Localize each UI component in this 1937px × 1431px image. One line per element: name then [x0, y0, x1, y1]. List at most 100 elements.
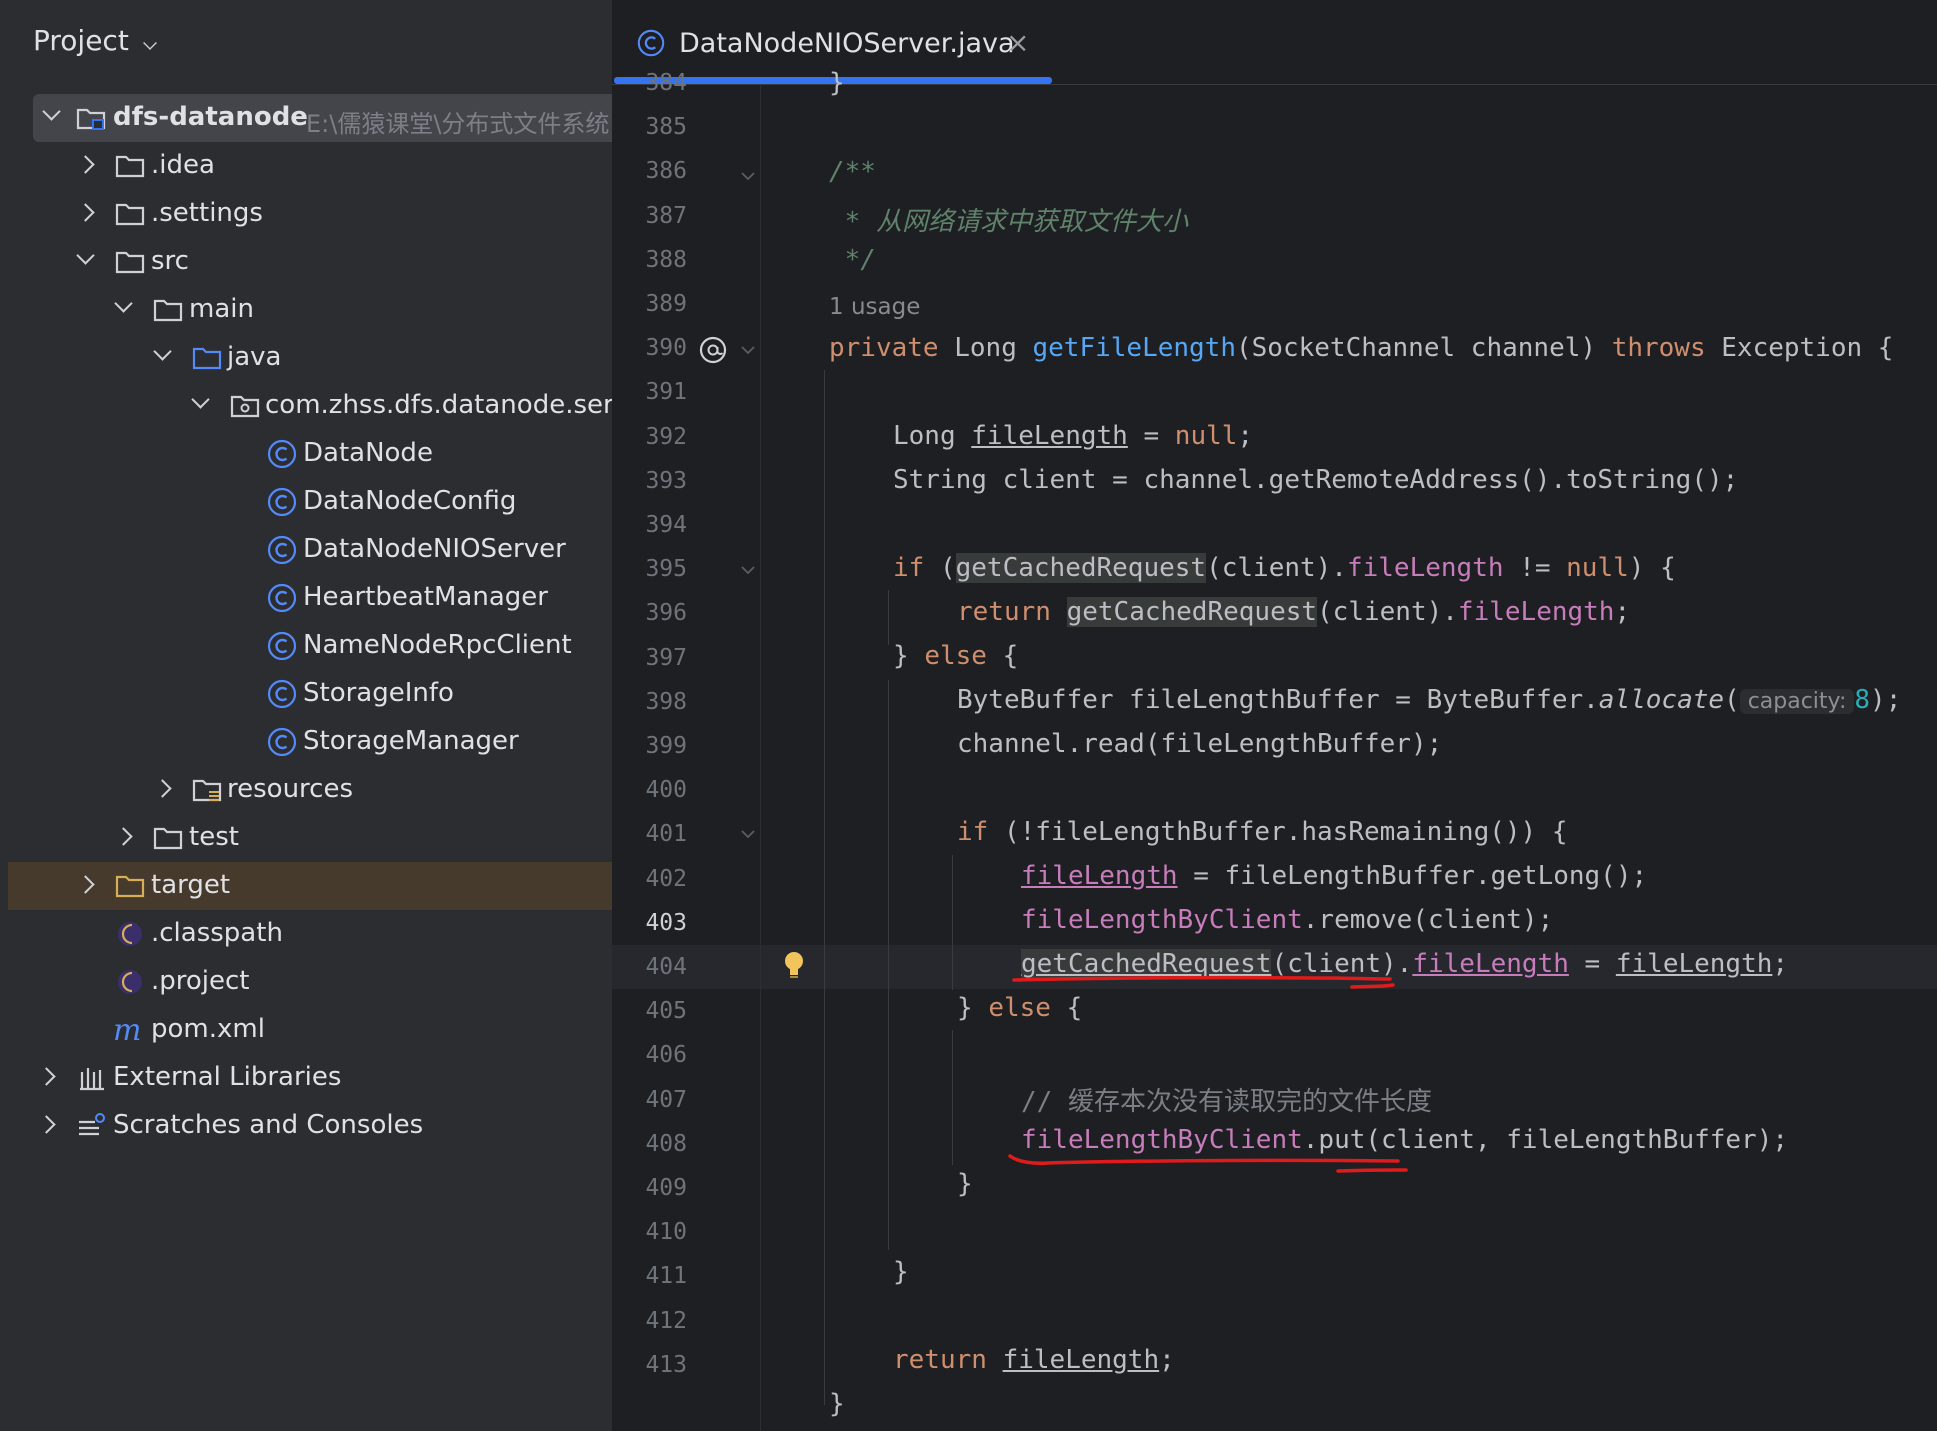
line-number[interactable]: 406 [612, 1042, 687, 1068]
tree-item-java[interactable]: java [0, 334, 612, 382]
fold-icon[interactable] [740, 828, 756, 840]
line-number[interactable]: 398 [612, 689, 687, 715]
line-number[interactable]: 387 [612, 203, 687, 229]
code-line-406[interactable]: // 缓存本次没有读取完的文件长度 [1021, 1081, 1432, 1118]
usage-hint[interactable]: 1 usage [829, 294, 920, 320]
chevron-right-icon[interactable] [114, 827, 133, 846]
line-number[interactable]: 399 [612, 733, 687, 759]
chevron-down-icon[interactable] [76, 246, 95, 265]
code-line-387[interactable]: * 从网络请求中获取文件大小 [829, 201, 1188, 238]
tree-item-pom[interactable]: m pom.xml [0, 1006, 612, 1054]
code-line-402[interactable]: fileLengthByClient.remove(client); [1021, 905, 1553, 935]
code-line-389[interactable]: private Long getFileLength(SocketChannel… [829, 333, 1893, 363]
tree-item-class[interactable]: DataNode [0, 430, 612, 478]
lightbulb-icon[interactable] [782, 950, 806, 980]
code-text: = [1568, 949, 1616, 979]
fold-icon[interactable] [740, 564, 756, 576]
line-number[interactable]: 393 [612, 468, 687, 494]
tree-item-project-file[interactable]: .project [0, 958, 612, 1006]
line-number[interactable]: 384 [612, 70, 687, 96]
project-title[interactable]: Project [33, 24, 129, 57]
chevron-right-icon[interactable] [37, 1067, 56, 1086]
project-header[interactable]: Project [0, 0, 612, 86]
tree-item-src[interactable]: src [0, 238, 612, 286]
line-number[interactable]: 396 [612, 600, 687, 626]
line-number[interactable]: 408 [612, 1131, 687, 1157]
tree-item-external-libraries[interactable]: External Libraries [0, 1054, 612, 1102]
chevron-right-icon[interactable] [153, 779, 172, 798]
chevron-down-icon[interactable] [191, 390, 210, 409]
tree-item-class[interactable]: StorageManager [0, 718, 612, 766]
tree-item-main[interactable]: main [0, 286, 612, 334]
chevron-right-icon[interactable] [76, 203, 95, 222]
line-number[interactable]: 388 [612, 247, 687, 273]
chevron-right-icon[interactable] [37, 1115, 56, 1134]
red-annotation-underline [1012, 975, 1395, 989]
implementation-at-icon[interactable] [698, 335, 728, 365]
code-line-398[interactable]: channel.read(fileLengthBuffer); [957, 729, 1442, 759]
line-number[interactable]: 410 [612, 1219, 687, 1245]
line-number[interactable]: 403 [612, 910, 687, 936]
chevron-down-icon[interactable] [153, 342, 172, 361]
excluded-folder-icon [115, 875, 145, 898]
code-line-391[interactable]: Long fileLength = null; [893, 421, 1253, 451]
folder-icon [153, 299, 183, 322]
close-icon[interactable]: × [1006, 26, 1029, 59]
line-number[interactable]: 386 [612, 158, 687, 184]
tree-item-class[interactable]: NameNodeRpcClient [0, 622, 612, 670]
line-number[interactable]: 404 [612, 954, 687, 980]
line-number[interactable]: 385 [612, 114, 687, 140]
tree-item-class[interactable]: StorageInfo [0, 670, 612, 718]
tree-item-class[interactable]: DataNodeConfig [0, 478, 612, 526]
fold-icon[interactable] [740, 170, 756, 182]
tree-item-idea[interactable]: .idea [0, 142, 612, 190]
code-line-388[interactable]: */ [829, 245, 876, 275]
tree-item-test[interactable]: test [0, 814, 612, 862]
code-line-386[interactable]: /** [829, 157, 876, 187]
line-number[interactable]: 407 [612, 1087, 687, 1113]
line-number[interactable]: 402 [612, 866, 687, 892]
tree-item-target[interactable]: target [8, 862, 612, 910]
code-line-408[interactable]: } [957, 1169, 973, 1199]
line-number[interactable]: 400 [612, 777, 687, 803]
line-number[interactable]: 389 [612, 291, 687, 317]
tree-item-classpath[interactable]: .classpath [0, 910, 612, 958]
tree-item-package[interactable]: com.zhss.dfs.datanode.server [0, 382, 612, 430]
line-number[interactable]: 394 [612, 512, 687, 538]
chevron-right-icon[interactable] [76, 155, 95, 174]
line-number[interactable]: 395 [612, 556, 687, 582]
code-line-384[interactable]: } [829, 68, 845, 98]
line-number[interactable]: 412 [612, 1308, 687, 1334]
tree-item-settings[interactable]: .settings [0, 190, 612, 238]
line-number[interactable]: 397 [612, 645, 687, 671]
code-line-400[interactable]: if (!fileLengthBuffer.hasRemaining()) { [957, 817, 1568, 847]
code-line-413[interactable]: } [829, 1389, 845, 1419]
line-number[interactable]: 391 [612, 379, 687, 405]
line-number[interactable]: 401 [612, 821, 687, 847]
code-line-395[interactable]: return getCachedRequest(client).fileLeng… [957, 597, 1630, 627]
tree-item-resources[interactable]: resources [0, 766, 612, 814]
editor-pane[interactable]: DataNodeNIOServer.java × 384 385 386 387 388… [612, 0, 1937, 1431]
chevron-down-icon[interactable] [114, 294, 133, 313]
tree-item-class[interactable]: DataNodeNIOServer [0, 526, 612, 574]
chevron-right-icon[interactable] [76, 875, 95, 894]
code-line-412[interactable]: return fileLength; [893, 1345, 1175, 1375]
tree-item-class[interactable]: HeartbeatManager [0, 574, 612, 622]
code-line-401[interactable]: fileLength = fileLengthBuffer.getLong(); [1021, 861, 1647, 891]
code-line-394[interactable]: if (getCachedRequest(client).fileLength … [893, 553, 1676, 583]
line-number[interactable]: 390 [612, 335, 687, 361]
chevron-down-icon[interactable] [143, 36, 157, 50]
line-number[interactable]: 413 [612, 1352, 687, 1378]
line-number[interactable]: 411 [612, 1263, 687, 1289]
code-line-410[interactable]: } [893, 1257, 909, 1287]
code-line-397[interactable]: ByteBuffer fileLengthBuffer = ByteBuffer… [957, 685, 1901, 715]
chevron-down-icon[interactable] [42, 102, 61, 121]
tree-item-root[interactable]: dfs-datanode E:\儒猿课堂\分布式文件系统 [33, 94, 612, 142]
tree-item-scratches[interactable]: Scratches and Consoles [0, 1102, 612, 1150]
fold-icon[interactable] [740, 344, 756, 356]
line-number[interactable]: 405 [612, 998, 687, 1024]
code-line-396[interactable]: } else { [893, 641, 1018, 671]
code-line-392[interactable]: String client = channel.getRemoteAddress… [893, 465, 1738, 495]
line-number[interactable]: 392 [612, 424, 687, 450]
line-number[interactable]: 409 [612, 1175, 687, 1201]
